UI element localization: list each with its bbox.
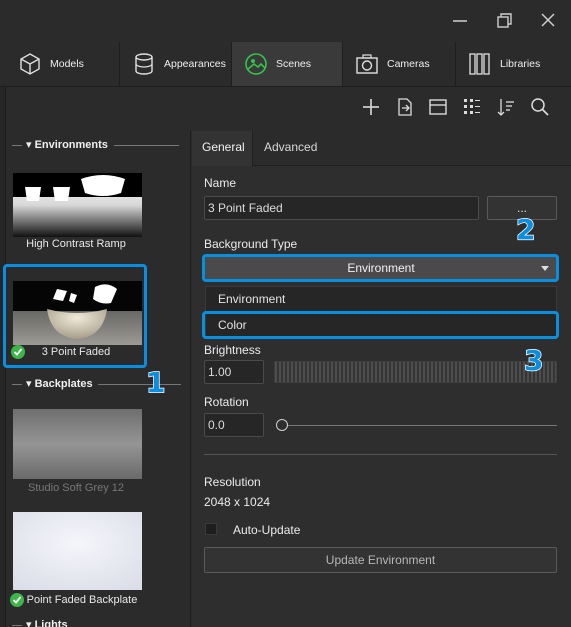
tab-label: Scenes [276, 58, 312, 70]
main-tab-strip: Models Appearances Scenes Cameras Librar… [0, 42, 571, 87]
search-icon[interactable] [529, 96, 551, 118]
environments-label: ▾ Environments [26, 139, 108, 151]
divider [204, 454, 557, 455]
tab-scenes[interactable]: Scenes [232, 42, 343, 86]
tab-models[interactable]: Models [6, 42, 120, 86]
resolution-value: 2048 x 1024 [204, 495, 271, 509]
properties-tabs: General Advanced [192, 131, 571, 166]
environments-header[interactable]: ▾ Environments [6, 137, 190, 153]
brightness-field[interactable]: 1.00 [204, 360, 264, 384]
thumbnail-label: High Contrast Ramp [26, 238, 126, 250]
name-field[interactable]: 3 Point Faded [204, 196, 479, 220]
thumbnail-label: Point Faded Backplate [26, 594, 138, 606]
camera-icon [356, 54, 378, 74]
scene-toolbar [6, 87, 571, 127]
menu-item-environment[interactable]: Environment [206, 287, 558, 311]
tab-general[interactable]: General [192, 131, 253, 166]
properties-panel: General Advanced Name 3 Point Faded ... … [192, 131, 571, 627]
add-icon[interactable] [360, 96, 382, 118]
import-icon[interactable] [394, 96, 416, 118]
thumbnail-studio-soft-grey[interactable] [13, 409, 142, 479]
auto-update-checkbox[interactable] [205, 523, 217, 535]
background-type-label: Background Type [204, 237, 298, 251]
highlight-background-type-dropdown [202, 254, 559, 282]
lights-header[interactable]: ▾ Lights [6, 617, 190, 627]
tab-label: Libraries [500, 58, 541, 70]
tab-label: Appearances [164, 58, 226, 70]
tab-libraries[interactable]: Libraries [456, 42, 571, 86]
cube-icon [20, 53, 40, 75]
books-icon [469, 53, 490, 75]
thumbnail-label: Studio Soft Grey 12 [28, 482, 124, 494]
callout-3: 3 [523, 343, 544, 378]
tab-label: Models [50, 58, 84, 70]
tab-label: Cameras [387, 58, 430, 70]
callout-1: 1 [145, 365, 166, 400]
minimize-icon[interactable] [450, 10, 470, 30]
resolution-label: Resolution [204, 475, 261, 489]
update-environment-button[interactable]: Update Environment [204, 547, 557, 573]
scene-icon [245, 53, 267, 75]
tab-appearances[interactable]: Appearances [120, 42, 232, 86]
checkmark-icon [10, 593, 24, 607]
cylinder-icon [135, 53, 153, 75]
window-icon[interactable] [427, 96, 449, 118]
restore-icon[interactable] [494, 10, 514, 30]
rotation-slider-track[interactable] [282, 425, 557, 426]
brightness-slider[interactable] [274, 361, 557, 383]
rotation-slider-handle[interactable] [276, 419, 288, 431]
thumbnail-point-faded-backplate[interactable] [13, 512, 142, 590]
backplates-label: ▾ Backplates [26, 378, 93, 390]
tab-advanced[interactable]: Advanced [254, 131, 327, 166]
lights-label: ▾ Lights [26, 619, 68, 627]
title-bar [0, 0, 571, 42]
callout-2: 2 [515, 212, 536, 247]
name-label: Name [204, 176, 237, 190]
grid-icon[interactable] [461, 96, 483, 118]
sort-icon[interactable] [495, 96, 517, 118]
rotation-label: Rotation [204, 395, 249, 409]
thumbnail-high-contrast-ramp[interactable] [13, 173, 142, 237]
rotation-field[interactable]: 0.0 [204, 413, 264, 437]
auto-update-label: Auto-Update [233, 523, 301, 537]
brightness-label: Brightness [204, 343, 261, 357]
highlight-selected-environment [3, 264, 147, 368]
highlight-color-option [202, 311, 559, 339]
tab-cameras[interactable]: Cameras [343, 42, 456, 86]
close-icon[interactable] [538, 10, 558, 30]
